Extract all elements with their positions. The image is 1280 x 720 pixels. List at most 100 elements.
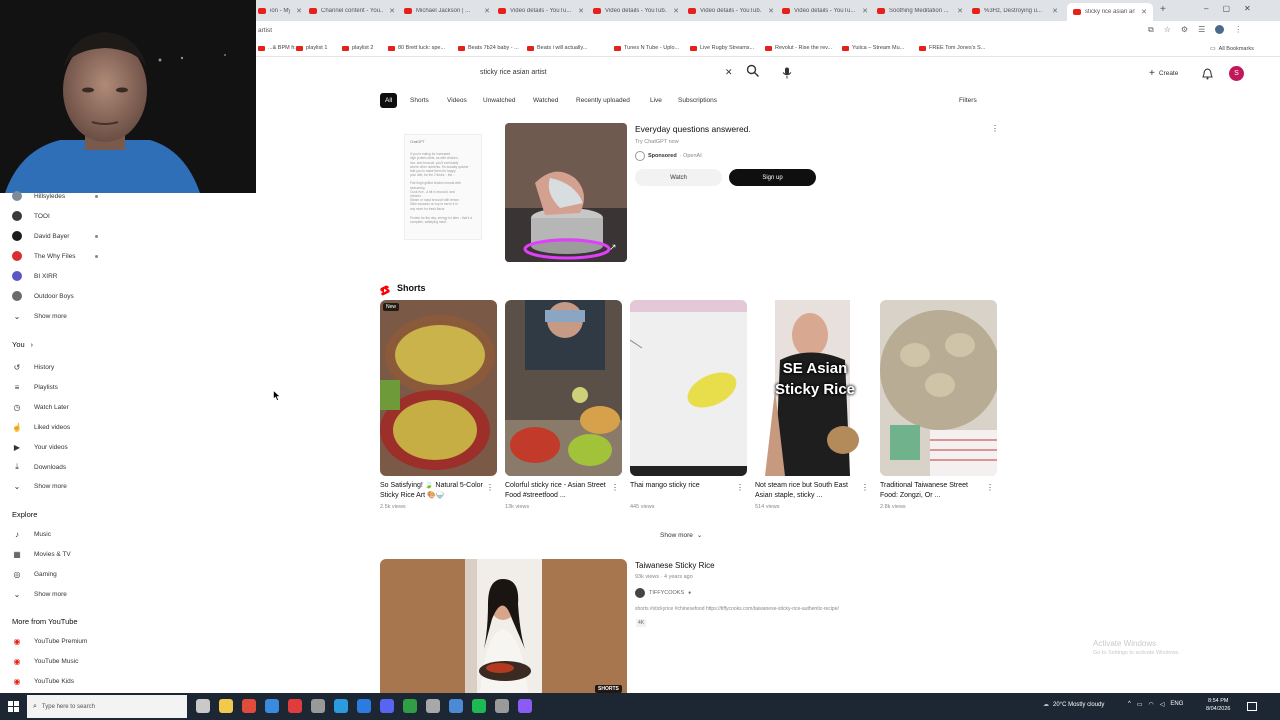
taskbar-search-box[interactable]: ⌕ Type here to search — [27, 695, 187, 718]
microphone-icon[interactable] — [782, 66, 792, 79]
opera-icon[interactable] — [288, 699, 302, 713]
close-window-icon[interactable]: ✕ — [1244, 4, 1251, 13]
filter-chip[interactable]: Subscriptions — [673, 93, 722, 108]
close-tab-icon[interactable]: ✕ — [673, 7, 679, 15]
short-thumbnail[interactable] — [880, 300, 997, 476]
extensions-icon[interactable]: ⚙ — [1181, 25, 1188, 35]
bookmark-item[interactable]: Revolut - Rise the rev... — [765, 45, 832, 51]
close-tab-icon[interactable]: ✕ — [578, 7, 584, 15]
filter-chip[interactable]: Shorts — [405, 93, 434, 108]
filter-chip[interactable]: Watched — [528, 93, 563, 108]
notification-center-icon[interactable] — [1247, 702, 1257, 711]
app2-icon[interactable] — [449, 699, 463, 713]
subscription-item[interactable]: BI XIRR — [0, 266, 120, 286]
edge-icon[interactable] — [334, 699, 348, 713]
filter-chip[interactable]: Unwatched — [478, 93, 521, 108]
sidebar-item[interactable]: ◉ YouTube Music — [0, 651, 120, 671]
short-thumbnail[interactable]: New — [380, 300, 497, 476]
browser-tab[interactable]: Michael Jackson | ... ✕ — [404, 3, 490, 18]
short-title[interactable]: Not steam rice but South East Asian stap… — [755, 481, 859, 501]
filter-chip[interactable]: Live — [645, 93, 667, 108]
filters-button[interactable]: Filters — [959, 97, 977, 104]
notifications-bell-icon[interactable] — [1202, 67, 1213, 80]
ad-signup-button[interactable]: Sign up — [729, 169, 816, 186]
account-avatar[interactable]: S — [1229, 66, 1244, 81]
bookmark-item[interactable]: Beats i will actually... — [527, 45, 587, 51]
menu-icon[interactable]: ☰ — [1198, 25, 1205, 35]
sidebar-item[interactable]: ◎ Gaming — [0, 564, 120, 584]
all-bookmarks[interactable]: ▭ All Bookmarks — [1210, 45, 1254, 53]
file-explorer-icon[interactable] — [219, 699, 233, 713]
short-title[interactable]: Traditional Taiwanese Street Food: Zongz… — [880, 481, 984, 501]
sidebar-item[interactable]: ⤓ Downloads — [0, 457, 120, 477]
video-thumbnail[interactable]: SHORTS — [380, 559, 627, 693]
bookmark-item[interactable]: FREE Tom Jones's S... — [919, 45, 985, 51]
clear-search-icon[interactable]: ✕ — [725, 67, 733, 78]
bookmark-item[interactable]: playlist 2 — [342, 45, 373, 51]
chrome-profile-icon[interactable] — [265, 699, 279, 713]
sidebar-item[interactable]: ◉ YouTube Premium — [0, 631, 120, 651]
browser-tab[interactable]: Video details - YouTu... ✕ — [782, 3, 868, 18]
ad-title[interactable]: Everyday questions answered. — [635, 124, 751, 134]
close-tab-icon[interactable]: ✕ — [296, 7, 302, 15]
bookmark-item[interactable]: Beats 7b24 baby - ... — [458, 45, 519, 51]
battery-icon[interactable]: ▭ — [1137, 701, 1143, 708]
terminal-icon[interactable] — [311, 699, 325, 713]
sidebar-item[interactable]: ↺ History — [0, 357, 120, 377]
search-input[interactable]: sticky rice asian artist — [480, 69, 547, 76]
sidebar-item[interactable]: ▶ Your videos — [0, 437, 120, 457]
windows-start-icon[interactable] — [8, 701, 19, 712]
media-player-icon[interactable] — [518, 699, 532, 713]
bookmark-item[interactable]: Tunes N Tube - Uplo... — [614, 45, 679, 51]
close-tab-icon[interactable]: ✕ — [1052, 7, 1058, 15]
install-icon[interactable]: ⧉ — [1148, 25, 1154, 35]
new-tab-button[interactable]: + — [1160, 4, 1166, 15]
clock[interactable]: 8:54 PM 8/04/2026 — [1206, 697, 1230, 713]
short-title[interactable]: Colorful sticky rice - Asian Street Food… — [505, 481, 609, 501]
video-channel-row[interactable]: TIFFYCOOKS ● — [635, 588, 691, 598]
more-options-icon[interactable]: ⋮ — [611, 483, 619, 492]
address-bar[interactable]: artist — [258, 27, 272, 34]
short-thumbnail[interactable] — [630, 300, 747, 476]
close-tab-icon[interactable]: ✕ — [484, 7, 490, 15]
browser-tab[interactable]: Channel content - You... ✕ — [309, 3, 395, 18]
discord-icon[interactable] — [380, 699, 394, 713]
filter-chip[interactable]: All — [380, 93, 398, 108]
browser-tab[interactable]: ion - My... ✕ — [258, 3, 302, 18]
ad-watch-button[interactable]: Watch — [635, 169, 722, 186]
minimize-icon[interactable]: – — [1204, 4, 1208, 13]
video-title[interactable]: Taiwanese Sticky Rice — [635, 561, 715, 570]
shorts-show-more-button[interactable]: Show more ⌄ — [660, 528, 702, 542]
filter-chip[interactable]: Recently uploaded — [571, 93, 635, 108]
browser-tab[interactable]: Video details - YouTub... ✕ — [593, 3, 679, 18]
bookmark-item[interactable]: ...& BPM fr... — [258, 45, 299, 51]
sidebar-item[interactable]: ◉ YouTube Kids — [0, 671, 120, 691]
close-tab-icon[interactable]: ✕ — [389, 7, 395, 15]
sidebar-item[interactable]: ☝ Liked videos — [0, 417, 120, 437]
close-tab-icon[interactable]: ✕ — [768, 7, 774, 15]
maximize-icon[interactable]: ▢ — [1222, 4, 1230, 13]
filter-chip[interactable]: Videos — [442, 93, 472, 108]
browser-tab[interactable]: %3Hz, Destroying u... ✕ — [972, 3, 1058, 18]
vscode-icon[interactable] — [357, 699, 371, 713]
app-icon[interactable] — [426, 699, 440, 713]
task-view-icon[interactable] — [196, 699, 210, 713]
shield-icon[interactable] — [495, 699, 509, 713]
sidebar-item[interactable]: ⌄ Show more — [0, 476, 120, 496]
sidebar-item[interactable]: ♪ Music — [0, 524, 120, 544]
search-box[interactable]: sticky rice asian artist — [474, 64, 742, 83]
xbox-icon[interactable] — [403, 699, 417, 713]
chevron-up-icon[interactable]: ^ — [1128, 701, 1131, 708]
wifi-icon[interactable]: ◠ — [1149, 701, 1154, 708]
subscription-item[interactable]: TOOI — [0, 206, 120, 226]
spotify-icon[interactable] — [472, 699, 486, 713]
weather-widget[interactable]: ☁ 20°C Mostly cloudy — [1043, 701, 1104, 709]
subscription-item[interactable]: David Bayer — [0, 226, 120, 246]
short-title[interactable]: So Satisfying! 🍃 Natural 5-Color Sticky … — [380, 481, 484, 501]
ad-thumbnail[interactable]: ↗ — [505, 123, 627, 262]
more-options-icon[interactable]: ⋮ — [736, 483, 744, 492]
chrome-icon[interactable] — [242, 699, 256, 713]
bookmark-item[interactable]: Live Rugby Streams... — [690, 45, 754, 51]
close-tab-icon[interactable]: ✕ — [957, 7, 963, 15]
subscription-item[interactable]: Hillsyledes — [0, 186, 120, 206]
